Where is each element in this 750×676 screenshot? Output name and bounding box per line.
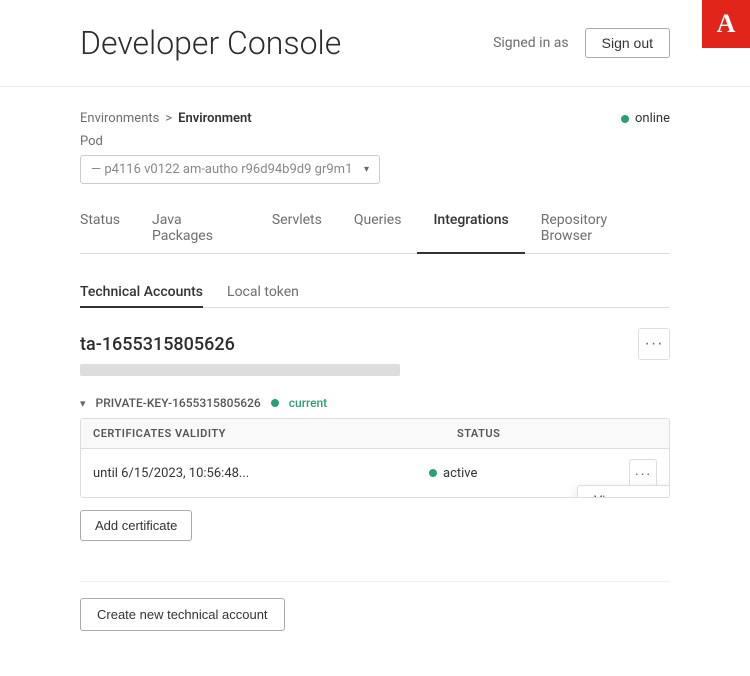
account-email — [80, 364, 670, 380]
main-content: Environments > Environment online Pod — … — [0, 87, 750, 655]
current-badge: current — [289, 396, 327, 410]
signed-in-label: Signed in as — [493, 35, 569, 51]
tab-servlets[interactable]: Servlets — [256, 204, 338, 254]
breadcrumb-separator: > — [165, 111, 172, 126]
sign-out-button[interactable]: Sign out — [585, 28, 670, 58]
private-key-label: PRIVATE-KEY-1655315805626 — [96, 396, 261, 410]
page-title: Developer Console — [80, 24, 493, 62]
menu-item-view[interactable]: View — [578, 486, 670, 498]
dropdown-menu: View Revoke Delete — [577, 485, 670, 498]
status-dot — [621, 115, 629, 123]
expand-icon[interactable]: ▾ — [80, 397, 86, 410]
pod-value: — p4116 v0122 am-autho r96d94b9d9 gr9m1 — [91, 162, 352, 177]
certificates-table: CERTIFICATES VALIDITY STATUS until 6/15/… — [80, 418, 670, 498]
tab-queries[interactable]: Queries — [338, 204, 418, 254]
adobe-logo: A — [702, 0, 750, 48]
divider — [80, 581, 670, 582]
cert-validity: until 6/15/2023, 10:56:48... — [93, 466, 429, 481]
account-more-button[interactable]: ··· — [638, 328, 670, 360]
email-blurred — [80, 364, 400, 376]
breadcrumb: Environments > Environment online — [80, 111, 670, 126]
cert-more-button[interactable]: ··· — [629, 459, 657, 487]
chevron-down-icon: ▾ — [364, 164, 369, 175]
cert-table-header: CERTIFICATES VALIDITY STATUS — [81, 419, 669, 449]
private-key-row: ▾ PRIVATE-KEY-1655315805626 current — [80, 396, 670, 410]
active-dot — [429, 469, 437, 477]
create-technical-account-button[interactable]: Create new technical account — [80, 598, 285, 631]
cert-row-container: until 6/15/2023, 10:56:48... active ··· … — [81, 449, 669, 497]
tab-integrations[interactable]: Integrations — [417, 204, 524, 254]
breadcrumb-current: Environment — [178, 111, 252, 126]
pod-label: Pod — [80, 134, 670, 149]
add-certificate-button[interactable]: Add certificate — [80, 510, 192, 541]
account-id: ta-1655315805626 — [80, 334, 638, 355]
header: Developer Console Signed in as Sign out — [0, 0, 750, 87]
tab-repository-browser[interactable]: Repository Browser — [525, 204, 670, 254]
sub-tab-local-token[interactable]: Local token — [227, 278, 299, 308]
breadcrumb-environments[interactable]: Environments — [80, 111, 159, 126]
status-text: active — [443, 466, 477, 481]
pod-selector[interactable]: — p4116 v0122 am-autho r96d94b9d9 gr9m1 … — [80, 155, 380, 184]
environment-status: online — [621, 111, 670, 126]
col-status-header: STATUS — [457, 427, 657, 440]
tab-status[interactable]: Status — [80, 204, 136, 254]
col-validity-header: CERTIFICATES VALIDITY — [93, 427, 457, 440]
cert-status: active — [429, 466, 629, 481]
status-label: online — [635, 111, 670, 126]
tab-java-packages[interactable]: Java Packages — [136, 204, 256, 254]
private-key-dot — [271, 399, 279, 407]
sub-tabs: Technical Accounts Local token — [80, 278, 670, 308]
sub-tab-technical-accounts[interactable]: Technical Accounts — [80, 278, 203, 308]
account-header: ta-1655315805626 ··· — [80, 328, 670, 360]
main-tabs: Status Java Packages Servlets Queries In… — [80, 204, 670, 254]
